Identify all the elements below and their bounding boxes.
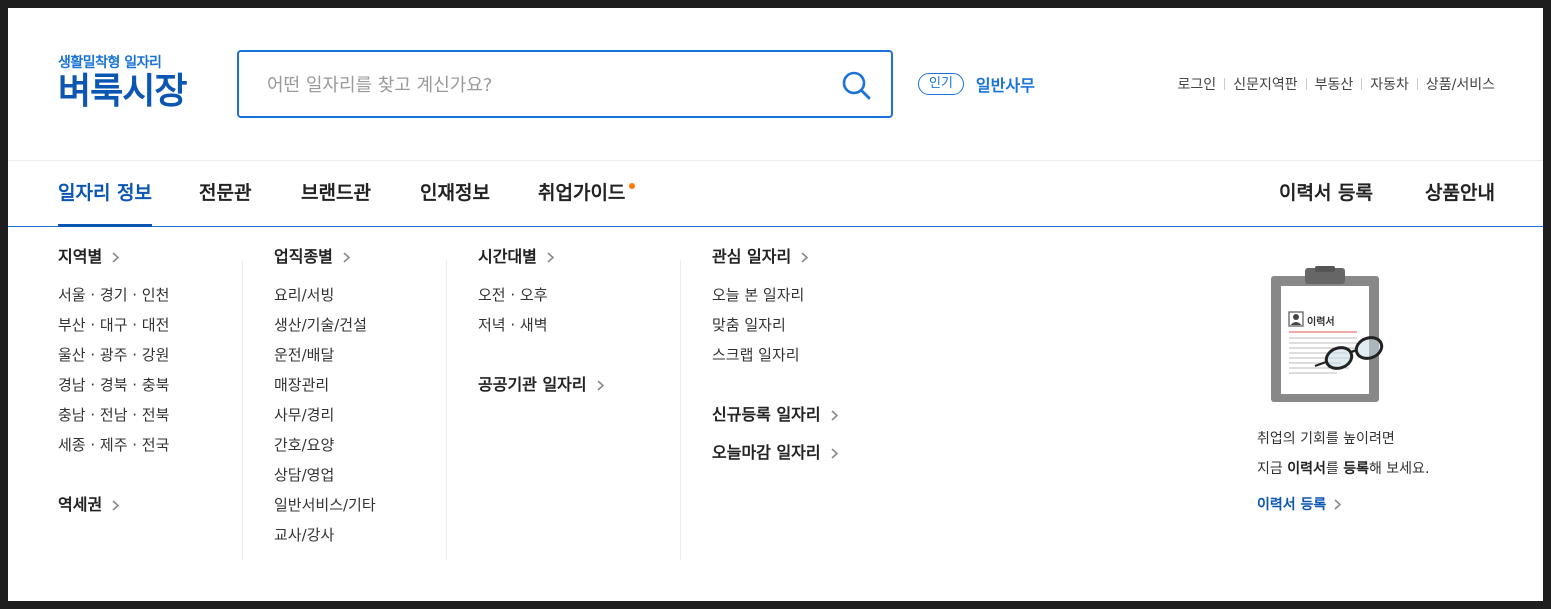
promo-text-line2: 지금 이력서를 등록해 보세요. (1257, 458, 1429, 478)
menu-heading-label: 업직종별 (274, 247, 333, 266)
menu-item[interactable]: 경남 · 경북 · 충북 (58, 370, 169, 400)
tab-brand[interactable]: 브랜드관 (301, 161, 371, 226)
popular-keyword: 인기 일반사무 (918, 72, 1035, 96)
menu-item[interactable]: 일반서비스/기타 (274, 490, 376, 520)
divider (1416, 78, 1418, 90)
chevron-right-icon (112, 251, 120, 263)
menu-item[interactable]: 요리/서빙 (274, 280, 376, 310)
popular-badge: 인기 (918, 73, 964, 95)
menu-heading-region[interactable]: 지역별 (58, 242, 169, 272)
logo-wordmark: 벼룩시장 (58, 71, 187, 112)
logo-tagline: 생활밀착형 일자리 (58, 55, 162, 71)
menu-column-region: 지역별 서울 · 경기 · 인천 부산 · 대구 · 대전 울산 · 광주 · … (58, 242, 169, 520)
promo-text: 해 보세요. (1368, 461, 1430, 477)
util-link-newspaper-region[interactable]: 신문지역판 (1233, 74, 1297, 94)
divider (1305, 78, 1307, 90)
util-link-real-estate[interactable]: 부동산 (1315, 74, 1354, 94)
menu-heading-interest[interactable]: 관심 일자리 (712, 242, 838, 272)
menu-heading-public-jobs[interactable]: 공공기관 일자리 (478, 370, 604, 400)
menu-item[interactable]: 세종 · 제주 · 전국 (58, 430, 169, 460)
menu-heading-label: 오늘마감 일자리 (712, 443, 821, 462)
menu-heading-closing-today[interactable]: 오늘마감 일자리 (712, 438, 838, 468)
menu-heading-label: 역세권 (58, 495, 103, 514)
menu-item[interactable]: 매장관리 (274, 370, 376, 400)
menu-item[interactable]: 운전/배달 (274, 340, 376, 370)
menu-heading-label: 관심 일자리 (712, 247, 792, 266)
menu-list-time: 오전 · 오후 저녁 · 새벽 (478, 280, 604, 340)
column-divider (242, 260, 243, 560)
tab-register-resume[interactable]: 이력서 등록 (1279, 161, 1373, 226)
chevron-right-icon (597, 379, 604, 391)
menu-heading-label: 지역별 (58, 247, 103, 266)
menu-item[interactable]: 저녁 · 새벽 (478, 310, 604, 340)
menu-item[interactable]: 교사/강사 (274, 520, 376, 550)
chevron-right-icon (112, 499, 120, 511)
tab-specialty[interactable]: 전문관 (199, 161, 251, 226)
util-link-cars[interactable]: 자동차 (1370, 74, 1409, 94)
menu-heading-label: 신규등록 일자리 (712, 405, 821, 424)
search-box (237, 50, 893, 118)
tab-product-guide[interactable]: 상품안내 (1425, 161, 1495, 226)
chevron-right-icon (831, 447, 838, 459)
promo-text-line1: 취업의 기회를 높이려면 (1257, 431, 1395, 447)
menu-heading-label: 시간대별 (478, 247, 537, 266)
menu-item[interactable]: 오늘 본 일자리 (712, 280, 838, 310)
tab-job-info[interactable]: 일자리 정보 (58, 161, 153, 227)
menu-column-interest: 관심 일자리 오늘 본 일자리 맞춤 일자리 스크랩 일자리 신규등록 일자리 … (712, 242, 838, 468)
tab-talent-info[interactable]: 인재정보 (420, 161, 490, 226)
menu-item[interactable]: 울산 · 광주 · 강원 (58, 340, 169, 370)
menu-heading-station-area[interactable]: 역세권 (58, 490, 169, 520)
menu-item[interactable]: 오전 · 오후 (478, 280, 604, 310)
menu-column-occupation: 업직종별 요리/서빙 생산/기술/건설 운전/배달 매장관리 사무/경리 간호/… (274, 242, 376, 550)
util-link-login[interactable]: 로그인 (1178, 74, 1217, 94)
chevron-right-icon (1334, 498, 1342, 510)
menu-item[interactable]: 맞춤 일자리 (712, 310, 838, 340)
menu-heading-time[interactable]: 시간대별 (478, 242, 604, 272)
menu-list-interest: 오늘 본 일자리 맞춤 일자리 스크랩 일자리 (712, 280, 838, 370)
utility-links: 로그인 신문지역판 부동산 자동차 상품/서비스 (1178, 74, 1495, 94)
promo-text: 지금 (1257, 461, 1288, 477)
menu-item[interactable]: 간호/요양 (274, 430, 376, 460)
page: 생활밀착형 일자리 벼룩시장 인기 일반사무 로그인 신문지역판 부동산 자동차… (8, 8, 1543, 601)
chevron-right-icon (801, 251, 809, 263)
column-divider (446, 260, 447, 560)
divider (1224, 78, 1226, 90)
chevron-right-icon (831, 409, 838, 421)
promo-text-bold: 이력서 (1287, 461, 1326, 477)
menu-column-time: 시간대별 오전 · 오후 저녁 · 새벽 공공기관 일자리 (478, 242, 604, 400)
menu-item[interactable]: 생산/기술/건설 (274, 310, 376, 340)
divider (1361, 78, 1363, 90)
new-dot-badge (629, 183, 635, 189)
resume-clipboard-illustration: 이력서 (1257, 266, 1397, 408)
menu-heading-occupation[interactable]: 업직종별 (274, 242, 376, 272)
menu-list-region: 서울 · 경기 · 인천 부산 · 대구 · 대전 울산 · 광주 · 강원 경… (58, 280, 169, 460)
chevron-right-icon (343, 251, 350, 263)
menu-item[interactable]: 스크랩 일자리 (712, 340, 838, 370)
resume-card-label: 이력서 (1307, 317, 1335, 328)
menu-item[interactable]: 상담/영업 (274, 460, 376, 490)
menu-item[interactable]: 충남 · 전남 · 전북 (58, 400, 169, 430)
menu-item[interactable]: 서울 · 경기 · 인천 (58, 280, 169, 310)
menu-heading-new-jobs[interactable]: 신규등록 일자리 (712, 400, 838, 430)
menu-heading-label: 공공기관 일자리 (478, 375, 587, 394)
popular-keyword-link[interactable]: 일반사무 (976, 72, 1035, 96)
column-divider (680, 260, 681, 560)
promo-text-bold: 등록 (1343, 461, 1369, 477)
tab-career-guide[interactable]: 취업가이드 (538, 161, 625, 226)
menu-item[interactable]: 사무/경리 (274, 400, 376, 430)
promo-register-resume-link[interactable]: 이력서 등록 (1257, 494, 1342, 514)
search-icon[interactable] (841, 70, 871, 100)
search-input[interactable] (265, 52, 829, 118)
menu-list-occupation: 요리/서빙 생산/기술/건설 운전/배달 매장관리 사무/경리 간호/요양 상담… (274, 280, 376, 550)
logo[interactable]: 생활밀착형 일자리 벼룩시장 (58, 52, 187, 114)
menu-item[interactable]: 부산 · 대구 · 대전 (58, 310, 169, 340)
promo-text: 를 (1325, 461, 1344, 477)
promo-link-label: 이력서 등록 (1257, 497, 1327, 513)
main-nav: 일자리 정보 전문관 브랜드관 인재정보 취업가이드 이력서 등록 상품안내 (8, 161, 1543, 227)
util-link-products-services[interactable]: 상품/서비스 (1426, 74, 1495, 94)
chevron-right-icon (547, 251, 554, 263)
